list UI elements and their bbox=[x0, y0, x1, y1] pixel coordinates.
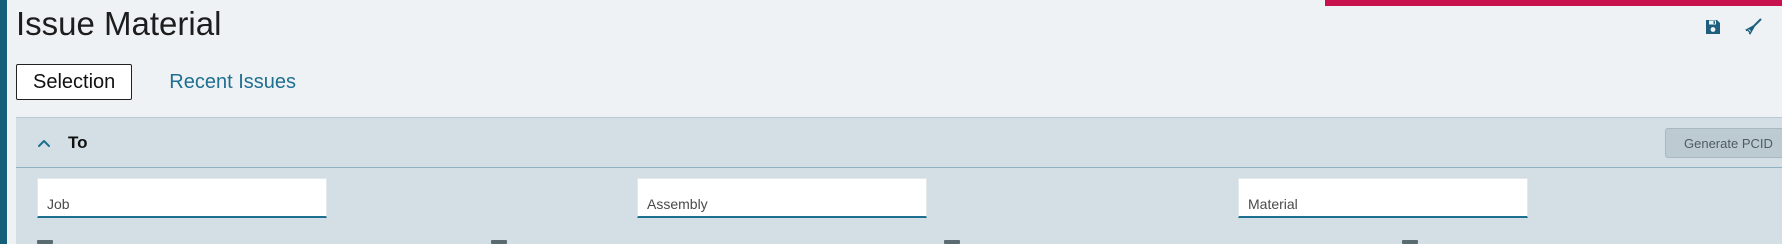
notification-banner bbox=[1325, 0, 1782, 6]
to-section-header: To Generate PCID bbox=[16, 117, 1782, 168]
job-field[interactable] bbox=[37, 178, 327, 218]
material-field[interactable] bbox=[1238, 178, 1528, 218]
tab-recent-issues[interactable]: Recent Issues bbox=[169, 64, 296, 100]
cutoff-field-label bbox=[944, 240, 960, 244]
save-button[interactable] bbox=[1700, 14, 1726, 40]
save-icon bbox=[1706, 20, 1720, 34]
tab-bar: Selection Recent Issues bbox=[16, 64, 296, 100]
page-title: Issue Material bbox=[16, 5, 222, 42]
cutoff-field-label bbox=[37, 240, 53, 244]
clear-button[interactable] bbox=[1740, 14, 1766, 40]
app-edge-bar bbox=[0, 0, 7, 244]
section-title: To bbox=[68, 133, 88, 152]
tab-selection[interactable]: Selection bbox=[16, 64, 133, 100]
cutoff-field-label bbox=[1402, 240, 1418, 244]
broom-icon bbox=[1745, 18, 1762, 35]
cutoff-field-label bbox=[491, 240, 507, 244]
assembly-field[interactable] bbox=[637, 178, 927, 218]
generate-pcid-button[interactable]: Generate PCID bbox=[1665, 128, 1782, 158]
chevron-up-icon[interactable] bbox=[34, 133, 54, 153]
to-section-body bbox=[16, 168, 1782, 244]
